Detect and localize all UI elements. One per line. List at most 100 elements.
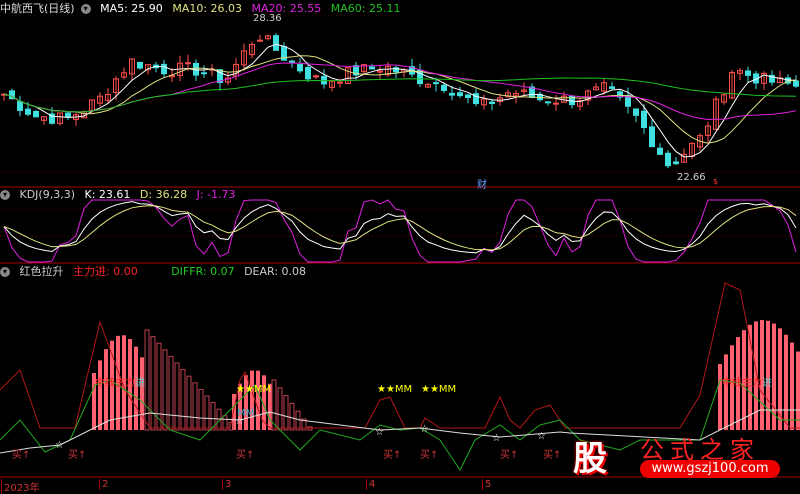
low-label: 22.66 [677, 172, 706, 183]
candle [273, 35, 279, 51]
date-tick: 4 [366, 479, 375, 490]
stock-title: 中航西飞(日线) [0, 2, 75, 15]
dropdown-icon[interactable]: ▾ [0, 267, 10, 277]
candle [553, 102, 559, 105]
diffr-value: DIFFR: 0.07 [171, 265, 235, 278]
candle [545, 101, 551, 104]
volume-bar [104, 349, 108, 430]
volume-bar [98, 360, 102, 430]
candle [673, 161, 679, 165]
mm-label: MM [237, 408, 255, 419]
candle [313, 75, 319, 78]
candle [441, 84, 447, 91]
hollow-bar [168, 355, 174, 431]
signal-text: 中线主力 [95, 378, 135, 389]
candle [17, 101, 23, 111]
star-icon: ☆ [375, 427, 384, 438]
candle [65, 112, 71, 118]
indicator-title: 红色拉升 [19, 265, 64, 278]
volume-bar [256, 370, 260, 430]
candle [745, 70, 751, 76]
signal-text-b: 进 [135, 378, 145, 389]
star-icon: ☆ [55, 440, 64, 451]
candle [433, 82, 439, 85]
signal-text: 中线主力 [722, 378, 762, 389]
dear-value: DEAR: 0.08 [244, 265, 307, 278]
star-icon: ☆ [537, 431, 546, 442]
buy-signal: 买↑ [383, 450, 402, 461]
price-header: 中航西飞(日线) ▾ MA5: 25.90 MA10: 26.03 MA20: 2… [0, 2, 406, 16]
candle [489, 101, 495, 105]
date-tick: 2 [99, 479, 108, 490]
candle [793, 80, 799, 87]
hollow-bar [186, 375, 192, 431]
kdj-d: D: 36.28 [139, 188, 188, 201]
candle [305, 67, 311, 80]
stars-mm-label: ★★MM [421, 384, 457, 395]
volume-bar [790, 342, 794, 430]
buy-signal: 买↑ [68, 450, 87, 461]
indicator-header: ▾ 红色拉升 主力进: 0.00 DIFFR: 0.07 DEAR: 0.08 [0, 265, 312, 279]
candle [449, 92, 455, 96]
buy-signal: 买↑ [420, 450, 439, 461]
ma10-value: MA10: 26.03 [172, 2, 243, 15]
hollow-bar [192, 382, 198, 431]
candle [657, 147, 663, 155]
hollow-bar [162, 349, 168, 431]
candle [25, 108, 31, 115]
candle [257, 39, 263, 42]
watermark-logo: 股 公式之家 www.gszj100.com [565, 433, 795, 479]
signal-text-b: 进 [762, 378, 772, 389]
buy-signal: 买↑ [12, 450, 31, 461]
candle [33, 111, 39, 118]
candle [457, 92, 463, 97]
hollow-bar [295, 410, 301, 431]
kdj-header: ▾ KDJ(9,3,3) K: 23.61 D: 36.28 J: -1.73 [0, 188, 242, 202]
hollow-bar [198, 388, 204, 431]
hollow-bar [289, 402, 295, 431]
ma60-line [3, 77, 797, 113]
candle [297, 64, 303, 72]
buy-signal: 买↑ [543, 450, 562, 461]
buy-signal: 买↑ [500, 450, 519, 461]
buy-signal: 买↑ [236, 450, 255, 461]
volume-bar [784, 334, 788, 430]
high-label: 28.36 [253, 13, 282, 24]
ma60-value: MA60: 25.11 [330, 2, 401, 15]
date-tick: 3 [222, 479, 231, 490]
kdj-k-line [3, 201, 797, 254]
candle [641, 110, 647, 129]
logo-url: www.gszj100.com [640, 460, 780, 478]
candle [465, 94, 471, 99]
event-marker[interactable]: $ [713, 177, 718, 186]
hollow-bar [204, 395, 210, 431]
volume-bar [796, 351, 800, 430]
candle [369, 66, 375, 70]
hollow-bar [283, 395, 289, 431]
kdj-j: J: -1.73 [196, 188, 236, 201]
logo-char: 股 [573, 439, 607, 479]
ma5-value: MA5: 25.90 [100, 2, 163, 15]
chart-canvas[interactable]: ☆☆☆ ☆☆ ☆ [0, 0, 800, 491]
kdj-k: K: 23.61 [84, 188, 131, 201]
date-tick: 5 [482, 479, 491, 490]
kdj-title: KDJ(9,3,3) [19, 188, 76, 201]
signal-label: 中线主力进 [722, 374, 772, 389]
candle [289, 60, 295, 63]
ma5-line [3, 43, 797, 158]
star-icon: ☆ [420, 424, 429, 435]
signal-label: 中线主力进 [95, 374, 145, 389]
candle [201, 72, 207, 75]
candle [161, 63, 167, 75]
hollow-bar [150, 336, 156, 431]
hollow-bar [174, 362, 180, 431]
dropdown-icon[interactable]: ▾ [0, 190, 10, 200]
dropdown-icon[interactable]: ▾ [80, 4, 91, 14]
candle [665, 152, 671, 167]
date-tick: 2023年 [1, 479, 39, 494]
hollow-bar [277, 387, 283, 431]
kdj-d-line [3, 205, 797, 251]
volume-bar [250, 370, 254, 430]
zl-value: 主力进: 0.00 [73, 265, 138, 278]
finance-marker[interactable]: 财 [477, 176, 487, 191]
